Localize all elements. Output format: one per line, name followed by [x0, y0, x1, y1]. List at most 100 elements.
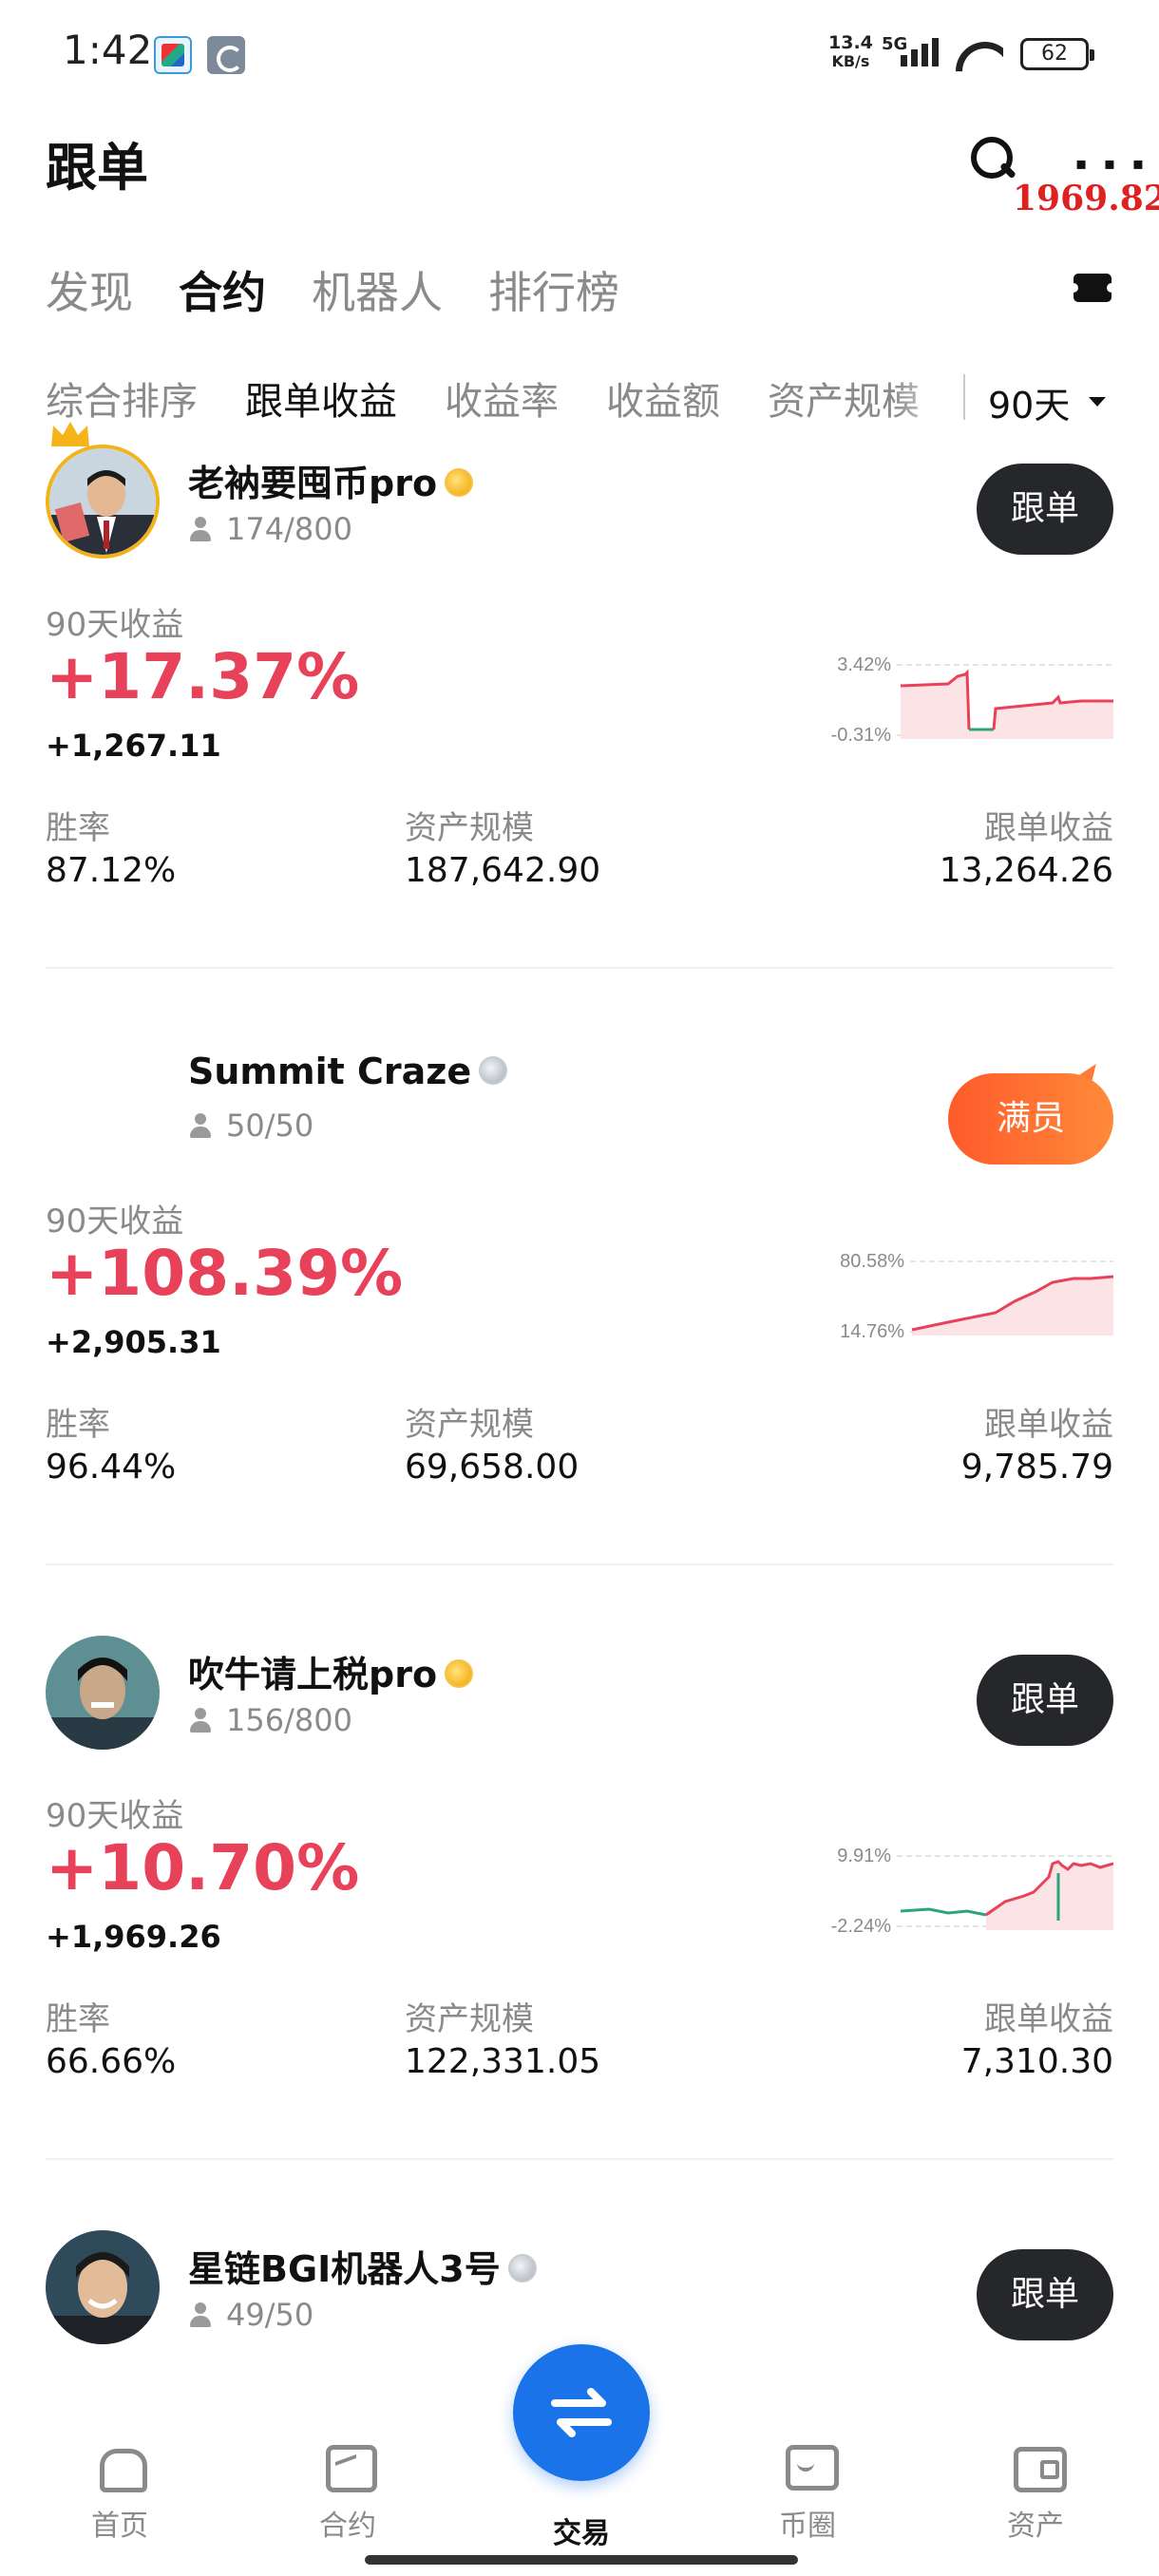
return-amount: +2,905.31 — [46, 1324, 221, 1360]
copy-profit-value: 9,785.79 — [960, 1448, 1113, 1487]
return-percent: +17.37% — [46, 640, 360, 713]
status-time: 1:42 — [63, 27, 153, 73]
chart-max-label: 9.91% — [837, 1846, 891, 1866]
nav-community[interactable]: 币圈 — [750, 2443, 864, 2544]
status-bar: 1:42 13.4 KB/s 5G 62 — [0, 0, 1159, 104]
return-sparkline: 3.42% -0.31% — [831, 654, 1113, 746]
home-icon — [96, 2443, 147, 2492]
more-icon[interactable]: ▪ ▪ ▪ — [1075, 154, 1150, 174]
caret-down-icon[interactable] — [1089, 397, 1106, 407]
follower-count: 50/50 — [188, 1108, 314, 1144]
nav-home[interactable]: 首页 — [63, 2443, 177, 2544]
follow-button[interactable]: 跟单 — [977, 2249, 1113, 2340]
sort-fade — [893, 361, 960, 427]
crown-icon — [51, 422, 89, 446]
sort-copy-profit[interactable]: 跟单收益 — [245, 370, 397, 426]
person-icon — [188, 1113, 213, 1138]
card-divider — [46, 2158, 1113, 2160]
period-return-label: 90天收益 — [46, 1797, 184, 1835]
ticket-icon[interactable] — [1069, 274, 1116, 302]
chat-icon — [784, 2443, 839, 2491]
full-button[interactable]: 满员 — [948, 1056, 1113, 1165]
win-rate-label: 胜率 — [46, 1406, 110, 1444]
trader-card[interactable]: Summit Craze 50/50 满员 90天收益 +108.39% +2,… — [46, 1022, 1113, 1611]
return-sparkline: 9.91% -2.24% — [831, 1846, 1113, 1937]
period-selector[interactable]: 90天 — [988, 376, 1070, 428]
follow-button[interactable]: 跟单 — [977, 464, 1113, 555]
copy-profit-label: 跟单收益 — [984, 2000, 1113, 2038]
sort-return-rate[interactable]: 收益率 — [445, 370, 559, 426]
gold-badge-icon — [445, 1658, 474, 1688]
win-rate-label: 胜率 — [46, 2000, 110, 2038]
silver-badge-icon — [479, 1055, 508, 1085]
trader-card[interactable]: 吹牛请上税pro 156/800 跟单 90天收益 +10.70% +1,969… — [46, 1617, 1113, 2206]
aum-value: 69,658.00 — [405, 1448, 580, 1487]
copy-profit-label: 跟单收益 — [984, 1406, 1113, 1444]
avatar[interactable] — [46, 1041, 160, 1155]
sort-comprehensive[interactable]: 综合排序 — [46, 370, 198, 426]
wifi-icon — [954, 38, 1003, 74]
follower-count: 174/800 — [188, 511, 352, 547]
tool-notification-icon — [207, 36, 245, 74]
tab-discover[interactable]: 发现 — [46, 258, 133, 321]
chart-max-label: 80.58% — [840, 1251, 904, 1272]
follower-count: 156/800 — [188, 1702, 352, 1738]
price-overlay: 1969.82 — [1013, 179, 1159, 218]
wallet-icon — [1012, 2443, 1067, 2492]
copy-profit-value: 7,310.30 — [960, 2042, 1113, 2081]
bottom-nav: 首页 合约 交易 币圈 资产 — [0, 2344, 1159, 2576]
tab-contract[interactable]: 合约 — [179, 258, 266, 321]
app-notification-icon — [154, 36, 192, 74]
card-divider — [46, 967, 1113, 969]
avatar[interactable] — [46, 2230, 160, 2344]
follower-count: 49/50 — [188, 2297, 314, 2333]
silver-badge-icon — [507, 2253, 537, 2282]
copy-profit-value: 13,264.26 — [939, 851, 1113, 890]
return-amount: +1,969.26 — [46, 1919, 221, 1955]
chart-min-label: -2.24% — [831, 1916, 892, 1937]
gold-badge-icon — [445, 467, 474, 497]
win-rate-value: 87.12% — [46, 851, 177, 890]
return-percent: +10.70% — [46, 1831, 360, 1904]
sort-divider — [963, 374, 965, 420]
avatar[interactable] — [46, 445, 160, 559]
aum-label: 资产规模 — [405, 2000, 534, 2038]
trader-name[interactable]: 吹牛请上税pro — [188, 1645, 474, 1697]
chart-min-label: -0.31% — [831, 725, 892, 746]
trade-button[interactable] — [513, 2344, 650, 2481]
win-rate-label: 胜率 — [46, 809, 110, 847]
copy-profit-label: 跟单收益 — [984, 809, 1113, 847]
battery-icon: 62 — [1020, 38, 1094, 70]
trader-card[interactable]: 老衲要囤币pro 174/800 跟单 90天收益 +17.37% +1,267… — [46, 422, 1113, 1014]
return-sparkline: 80.58% 14.76% — [840, 1251, 1113, 1342]
tab-leaderboard[interactable]: 排行榜 — [488, 258, 619, 321]
tab-robot[interactable]: 机器人 — [312, 258, 443, 321]
trader-name[interactable]: 星链BGI机器人3号 — [188, 2240, 537, 2292]
period-return-label: 90天收益 — [46, 606, 184, 644]
avatar[interactable] — [46, 1636, 160, 1750]
chart-max-label: 3.42% — [837, 654, 891, 675]
sort-tabs: 综合排序 跟单收益 收益率 收益额 资产规模 — [46, 370, 958, 426]
person-icon — [188, 2302, 213, 2327]
sort-return-amount[interactable]: 收益额 — [606, 370, 720, 426]
chart-min-label: 14.76% — [840, 1321, 904, 1342]
nav-assets[interactable]: 资产 — [978, 2443, 1092, 2544]
home-indicator[interactable] — [365, 2555, 798, 2565]
follow-button[interactable]: 跟单 — [977, 1655, 1113, 1746]
trader-name[interactable]: 老衲要囤币pro — [188, 454, 474, 506]
nav-trade-label[interactable]: 交易 — [524, 2510, 638, 2551]
aum-label: 资产规模 — [405, 1406, 534, 1444]
trader-name[interactable]: Summit Craze — [188, 1051, 508, 1092]
chart-icon — [324, 2443, 377, 2492]
period-return-label: 90天收益 — [46, 1203, 184, 1241]
return-percent: +108.39% — [46, 1237, 404, 1310]
aum-label: 资产规模 — [405, 809, 534, 847]
main-tabs: 发现 合约 机器人 排行榜 — [46, 258, 619, 321]
person-icon — [188, 1708, 213, 1733]
page-title: 跟单 — [46, 138, 148, 198]
search-icon[interactable] — [969, 135, 1015, 180]
nav-contract[interactable]: 合约 — [291, 2443, 405, 2544]
aum-value: 187,642.90 — [405, 851, 601, 890]
card-divider — [46, 1563, 1113, 1565]
aum-value: 122,331.05 — [405, 2042, 601, 2081]
